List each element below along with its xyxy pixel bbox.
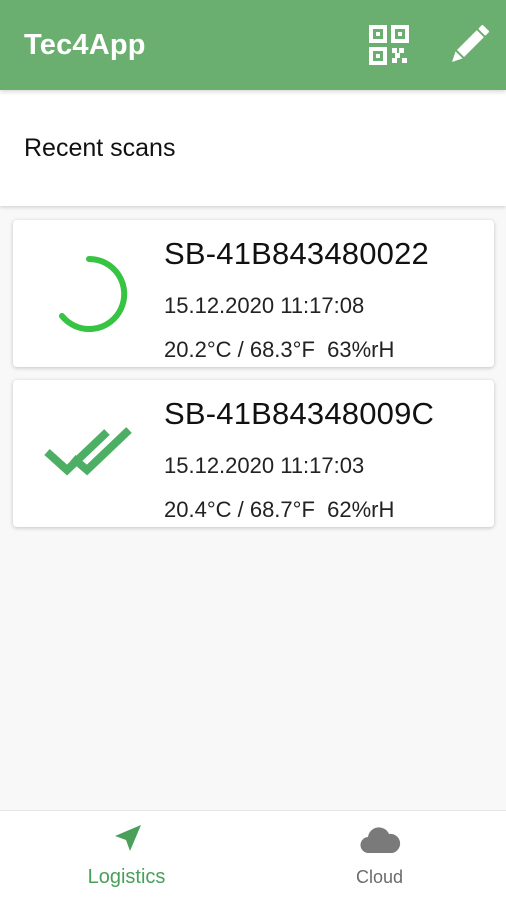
bottom-navigation: Logistics Cloud [0,810,506,900]
status-indicator [43,414,135,494]
scan-card[interactable]: SB-41B843480022 15.12.2020 11:17:08 20.2… [13,220,494,367]
scan-list: SB-41B843480022 15.12.2020 11:17:08 20.2… [13,220,494,540]
scan-card[interactable]: SB-41B84348009C 15.12.2020 11:17:03 20.4… [13,380,494,527]
scan-timestamp: 15.12.2020 11:17:08 [164,293,365,318]
scan-id: SB-41B84348009C [164,396,435,431]
recent-scans-header: Recent scans [0,90,506,206]
app-bar-actions [366,20,492,70]
nav-label-logistics: Logistics [87,866,166,888]
scan-timestamp: 15.12.2020 11:17:03 [164,453,365,478]
scan-environment: 20.2°C / 68.3°F 63%rH [164,337,395,362]
qr-code-icon [369,25,409,65]
qr-scan-button[interactable] [366,20,412,70]
navigation-arrow-icon [114,825,141,851]
cloud-icon [359,827,400,854]
section-title: Recent scans [24,133,176,162]
progress-spinner-icon [59,255,128,332]
nav-item-logistics[interactable]: Logistics [0,811,253,900]
nav-label-cloud: Cloud [355,867,404,887]
nav-icon-wrapper [111,822,143,856]
edit-button[interactable] [446,20,492,70]
double-check-icon [44,427,132,476]
app-bar: Tec4App [0,0,506,90]
nav-item-cloud[interactable]: Cloud [253,811,506,900]
scan-id: SB-41B843480022 [164,236,430,271]
app-title: Tec4App [24,28,146,61]
scan-environment: 20.4°C / 68.7°F 62%rH [164,497,395,522]
status-indicator [43,254,135,334]
nav-icon-wrapper [359,823,401,857]
edit-pencil-icon [452,24,490,62]
